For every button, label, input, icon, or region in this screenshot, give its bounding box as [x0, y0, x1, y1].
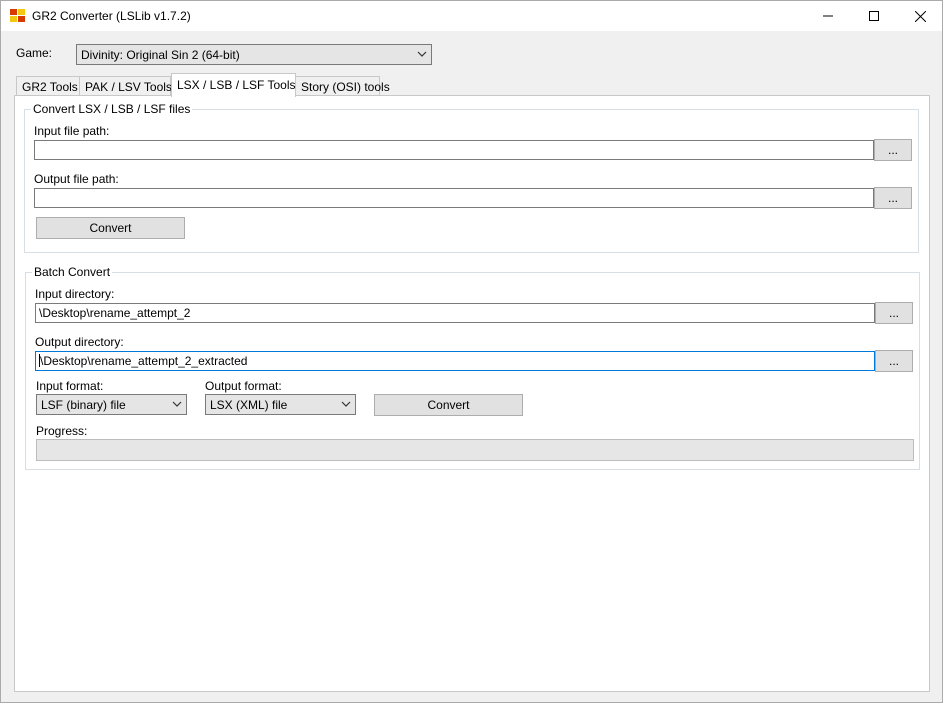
- output-file-label: Output file path:: [34, 172, 119, 186]
- maximize-button[interactable]: [851, 1, 897, 31]
- app-window: GR2 Converter (LSLib v1.7.2) Game: Divin…: [0, 0, 943, 703]
- progress-bar: [36, 439, 914, 461]
- input-format-value: LSF (binary) file: [41, 398, 126, 412]
- chevron-down-icon: [341, 401, 351, 407]
- output-format-value: LSX (XML) file: [210, 398, 288, 412]
- browse-output-directory-button[interactable]: ...: [875, 350, 913, 372]
- browse-input-directory-button[interactable]: ...: [875, 302, 913, 324]
- tab-pak-lsv-tools[interactable]: PAK / LSV Tools: [79, 76, 172, 96]
- close-button[interactable]: [897, 1, 943, 31]
- close-icon: [914, 10, 926, 22]
- input-directory-field[interactable]: \Desktop\rename_attempt_2: [35, 303, 875, 323]
- convert-group: Convert LSX / LSB / LSF files Input file…: [24, 102, 919, 253]
- convert-button[interactable]: Convert: [36, 217, 185, 239]
- input-format-label: Input format:: [36, 379, 104, 393]
- app-icon: [10, 9, 26, 23]
- browse-output-file-button[interactable]: ...: [874, 187, 912, 209]
- tab-lsx-lsb-lsf-tools[interactable]: LSX / LSB / LSF Tools: [171, 73, 296, 97]
- title-bar[interactable]: GR2 Converter (LSLib v1.7.2): [1, 1, 942, 31]
- input-file-label: Input file path:: [34, 124, 110, 138]
- batch-convert-button[interactable]: Convert: [374, 394, 523, 416]
- browse-input-file-button[interactable]: ...: [874, 139, 912, 161]
- game-select-value: Divinity: Original Sin 2 (64-bit): [81, 48, 240, 62]
- input-directory-label: Input directory:: [35, 287, 115, 301]
- window-title: GR2 Converter (LSLib v1.7.2): [32, 9, 191, 23]
- input-file-field[interactable]: [34, 140, 874, 160]
- output-file-field[interactable]: [34, 188, 874, 208]
- output-directory-value: \Desktop\rename_attempt_2_extracted: [40, 354, 248, 368]
- output-format-label: Output format:: [205, 379, 282, 393]
- minimize-icon: [823, 15, 833, 17]
- tab-panel-lsx-tools: Convert LSX / LSB / LSF files Input file…: [14, 95, 930, 692]
- chevron-down-icon: [417, 51, 427, 57]
- input-format-select[interactable]: LSF (binary) file: [36, 394, 187, 415]
- output-directory-label: Output directory:: [35, 335, 124, 349]
- progress-label: Progress:: [36, 424, 88, 438]
- output-format-select[interactable]: LSX (XML) file: [205, 394, 356, 415]
- batch-group-title: Batch Convert: [32, 265, 113, 279]
- game-select[interactable]: Divinity: Original Sin 2 (64-bit): [76, 44, 432, 65]
- output-directory-field[interactable]: \Desktop\rename_attempt_2_extracted: [35, 351, 875, 371]
- game-label: Game:: [16, 46, 53, 60]
- tab-gr2-tools[interactable]: GR2 Tools: [16, 76, 80, 96]
- maximize-icon: [869, 11, 879, 21]
- tab-story-osi-tools[interactable]: Story (OSI) tools: [295, 76, 390, 96]
- chevron-down-icon: [172, 401, 182, 407]
- convert-group-title: Convert LSX / LSB / LSF files: [31, 102, 193, 116]
- batch-convert-group: Batch Convert Input directory: \Desktop\…: [25, 265, 920, 470]
- minimize-button[interactable]: [805, 1, 851, 31]
